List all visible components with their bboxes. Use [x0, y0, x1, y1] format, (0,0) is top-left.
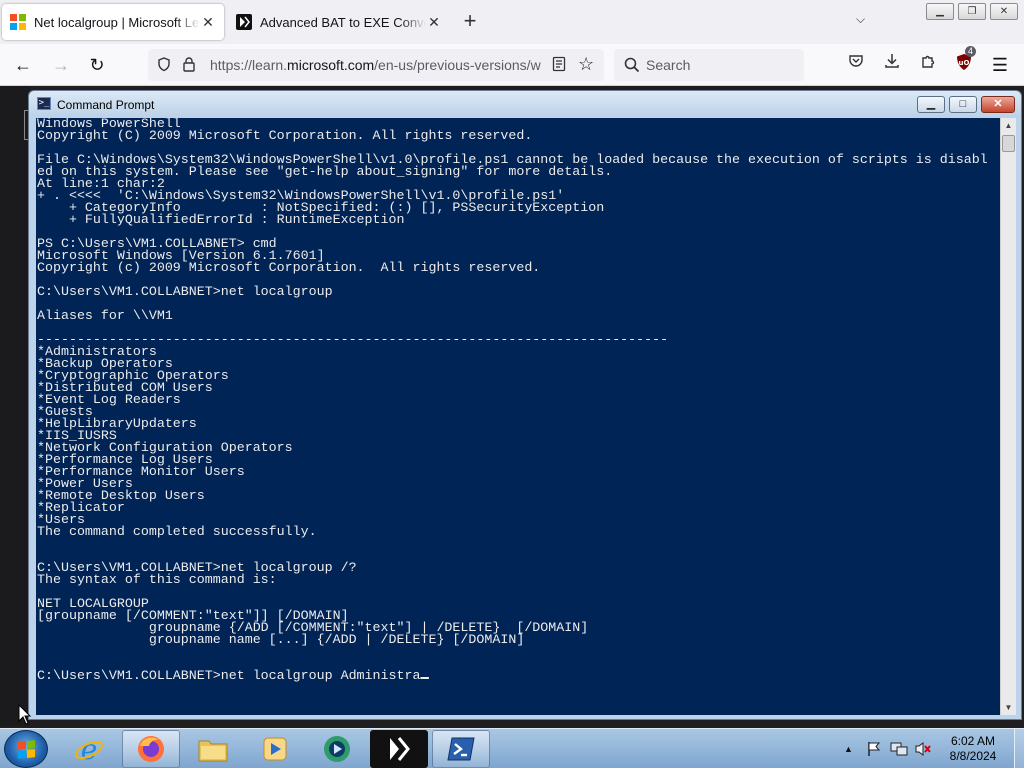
network-icon[interactable]	[890, 741, 908, 760]
windows-logo-icon	[18, 740, 35, 759]
url-text: https://learn.microsoft.com/en-us/previo…	[210, 57, 541, 73]
pocket-icon[interactable]	[844, 53, 868, 77]
reader-view-icon[interactable]	[552, 56, 566, 75]
address-bar[interactable]: https://learn.microsoft.com/en-us/previo…	[148, 49, 604, 81]
extension-badge: 4	[965, 46, 977, 57]
back-arrow-icon[interactable]: ←	[10, 52, 36, 78]
bookmark-star-icon[interactable]: ☆	[578, 54, 594, 75]
console-line: Copyright (C) 2009 Microsoft Corporation…	[37, 129, 533, 143]
firefox-taskbar-icon[interactable]	[122, 730, 180, 768]
forward-arrow-icon[interactable]: →	[48, 52, 74, 78]
bat-to-exe-favicon-icon	[236, 14, 252, 30]
svg-text:e: e	[81, 734, 98, 764]
start-button[interactable]	[4, 730, 48, 768]
tab-net-localgroup[interactable]: Net localgroup | Microsoft Lear ✕	[2, 4, 224, 40]
powershell-taskbar-icon[interactable]	[432, 730, 490, 768]
list-all-tabs-button[interactable]: ⌵	[856, 12, 865, 27]
close-tab-icon[interactable]: ✕	[200, 14, 216, 31]
cmd-minimize-button[interactable]: ▁	[917, 96, 945, 113]
scroll-up-arrow-icon[interactable]: ▲	[1001, 118, 1016, 133]
console-output[interactable]: Windows PowerShell Copyright (C) 2009 Mi…	[36, 118, 1000, 715]
browser-restore-button[interactable]: ❐	[958, 3, 986, 20]
clock-time: 6:02 AM	[950, 734, 996, 748]
page-content-background	[0, 86, 30, 726]
console-line: C:\Users\VM1.COLLABNET>net localgroup	[37, 285, 333, 299]
cmd-window-title: Command Prompt	[57, 98, 155, 112]
search-icon	[624, 57, 640, 76]
hamburger-menu-icon[interactable]: ☰	[988, 53, 1012, 77]
scrollbar-thumb[interactable]	[1002, 135, 1015, 152]
mouse-cursor-icon	[18, 704, 32, 725]
taskbar: e ▲ 6:02 AM 8/8/2024	[0, 728, 1024, 768]
console-line: The command completed successfully.	[37, 525, 317, 539]
command-prompt-window[interactable]: >_ Command Prompt ▁ □ ✕ Windows PowerShe…	[28, 90, 1022, 720]
media-player-taskbar-icon[interactable]	[246, 730, 304, 768]
browser-tab-bar: Net localgroup | Microsoft Lear ✕ Advanc…	[0, 0, 1024, 44]
console-line: C:\Users\VM1.COLLABNET>net localgroup Ad…	[37, 669, 421, 683]
file-explorer-taskbar-icon[interactable]	[184, 730, 242, 768]
console-text: Windows PowerShell Copyright (C) 2009 Mi…	[37, 118, 988, 682]
downloads-icon[interactable]	[880, 53, 904, 77]
cmd-maximize-button[interactable]: □	[949, 96, 977, 113]
new-tab-button[interactable]: +	[458, 10, 482, 32]
system-clock[interactable]: 6:02 AM 8/8/2024	[934, 734, 1012, 764]
search-placeholder: Search	[646, 57, 691, 73]
scroll-down-arrow-icon[interactable]: ▼	[1001, 700, 1016, 715]
browser-close-button[interactable]: ✕	[990, 3, 1018, 20]
browser-toolbar: ← → ↻ https://learn.microsoft.com/en-us/…	[0, 44, 1024, 86]
console-scrollbar[interactable]: ▲ ▼	[1000, 118, 1016, 715]
tab-title: Advanced BAT to EXE Converte	[260, 14, 426, 30]
close-tab-icon[interactable]: ✕	[426, 14, 442, 31]
tab-bat-to-exe[interactable]: Advanced BAT to EXE Converte ✕	[228, 4, 450, 40]
console-line: The syntax of this command is:	[37, 573, 277, 587]
internet-explorer-taskbar-icon[interactable]: e	[60, 730, 118, 768]
action-center-flag-icon[interactable]	[866, 741, 882, 760]
cmd-close-button[interactable]: ✕	[981, 96, 1015, 113]
microsoft-logo-icon	[10, 14, 26, 30]
show-hidden-icons-button[interactable]: ▲	[844, 744, 853, 754]
svg-text:uO: uO	[959, 59, 970, 67]
bat-to-exe-converter-taskbar-icon[interactable]	[370, 730, 428, 768]
console-line: Aliases for \\VM1	[37, 309, 173, 323]
media-center-taskbar-icon[interactable]	[308, 730, 366, 768]
show-desktop-button[interactable]	[1014, 729, 1024, 768]
volume-muted-icon[interactable]	[914, 741, 932, 760]
extensions-icon[interactable]	[916, 53, 940, 77]
console-line: + FullyQualifiedErrorId : RuntimeExcepti…	[37, 213, 405, 227]
ublock-origin-icon[interactable]: uO 4	[952, 46, 977, 77]
cmd-title-bar[interactable]: >_ Command Prompt ▁ □ ✕	[29, 91, 1021, 117]
reload-icon[interactable]: ↻	[84, 52, 110, 78]
console-line: Copyright (c) 2009 Microsoft Corporation…	[37, 261, 541, 275]
browser-minimize-button[interactable]: ▁	[926, 3, 954, 20]
text-cursor	[420, 677, 429, 679]
lock-icon[interactable]	[182, 56, 196, 75]
search-box[interactable]: Search	[614, 49, 804, 81]
console-line: groupname name [...] {/ADD | /DELETE} [/…	[37, 633, 525, 647]
tab-title: Net localgroup | Microsoft Lear	[34, 14, 200, 30]
powershell-icon: >_	[37, 97, 51, 110]
clock-date: 8/8/2024	[949, 749, 997, 763]
site-info-icon[interactable]	[156, 56, 172, 75]
